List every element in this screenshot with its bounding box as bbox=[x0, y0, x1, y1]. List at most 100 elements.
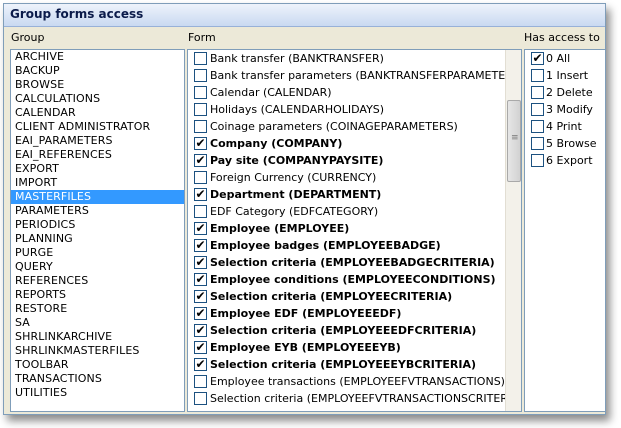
group-list-item[interactable]: EXPORT bbox=[11, 162, 184, 176]
form-item-label: Selection criteria (EMPLOYEEBADGECRITERI… bbox=[210, 256, 495, 269]
form-item-checkbox[interactable]: ✔ bbox=[194, 153, 207, 167]
group-list-item[interactable]: UTILITIES bbox=[11, 386, 184, 400]
group-list-item[interactable]: BROWSE bbox=[11, 78, 184, 92]
group-list-item[interactable]: SA bbox=[11, 316, 184, 330]
form-list[interactable]: Bank transfer (BANKTRANSFER) Bank transfe… bbox=[187, 49, 522, 412]
access-list-item[interactable]: 2 Delete bbox=[525, 84, 605, 101]
form-item-label: Calendar (CALENDAR) bbox=[210, 86, 332, 99]
form-list-item[interactable]: EDF Category (EDFCATEGORY) bbox=[188, 203, 521, 220]
form-item-checkbox[interactable] bbox=[194, 171, 207, 184]
form-list-item[interactable]: ✔ Employee conditions (EMPLOYEECONDITIONS… bbox=[188, 271, 521, 288]
group-list-item[interactable]: MASTERFILES bbox=[11, 190, 184, 204]
group-list[interactable]: ARCHIVE BACKUP BROWSE CALCULATIONS CALENDAR C… bbox=[10, 49, 185, 412]
form-item-checkbox[interactable] bbox=[194, 120, 207, 133]
access-list-item[interactable]: 6 Export bbox=[525, 152, 605, 169]
group-list-item[interactable]: SHRLINKMASTERFILES bbox=[11, 344, 184, 358]
group-list-item[interactable]: ARCHIVE bbox=[11, 50, 184, 64]
form-list-item[interactable]: Bank transfer (BANKTRANSFER) bbox=[188, 50, 521, 67]
form-list-item[interactable]: ✔ Pay site (COMPANYPAYSITE) bbox=[188, 152, 521, 169]
group-list-item[interactable]: PLANNING bbox=[11, 232, 184, 246]
checkmark-icon: ✔ bbox=[195, 340, 206, 354]
access-list-item[interactable]: ✔ 0 All bbox=[525, 50, 605, 67]
form-item-checkbox[interactable] bbox=[194, 52, 207, 65]
group-list-item[interactable]: TOOLBAR bbox=[11, 358, 184, 372]
form-list-item[interactable]: ✔ Company (COMPANY) bbox=[188, 135, 521, 152]
form-item-checkbox[interactable]: ✔ bbox=[194, 221, 207, 235]
form-list-item[interactable]: ✔ Selection criteria (EMPLOYEEBADGECRITER… bbox=[188, 254, 521, 271]
group-list-item[interactable]: EAI_PARAMETERS bbox=[11, 134, 184, 148]
form-item-label: Employee transactions (EMPLOYEEFVTRANSAC… bbox=[210, 375, 505, 388]
form-list-item[interactable]: Holidays (CALENDARHOLIDAYS) bbox=[188, 101, 521, 118]
form-item-label: Employee conditions (EMPLOYEECONDITIONS) bbox=[210, 273, 496, 286]
form-list-scrollbar[interactable]: ≡ bbox=[505, 50, 521, 411]
group-list-item[interactable]: CALENDAR bbox=[11, 106, 184, 120]
group-list-item[interactable]: CLIENT ADMINISTRATOR bbox=[11, 120, 184, 134]
form-item-checkbox[interactable]: ✔ bbox=[194, 238, 207, 252]
form-item-checkbox[interactable] bbox=[194, 205, 207, 218]
access-list-item[interactable]: 1 Insert bbox=[525, 67, 605, 84]
access-item-checkbox[interactable] bbox=[531, 69, 544, 82]
form-list-item[interactable]: Employee transactions (EMPLOYEEFVTRANSAC… bbox=[188, 373, 521, 390]
access-item-checkbox[interactable] bbox=[531, 137, 544, 150]
form-list-item[interactable]: ✔ Selection criteria (EMPLOYEEEDFCRITERIA… bbox=[188, 322, 521, 339]
group-list-item[interactable]: BACKUP bbox=[11, 64, 184, 78]
form-item-checkbox[interactable]: ✔ bbox=[194, 289, 207, 303]
form-list-item[interactable]: Foreign Currency (CURRENCY) bbox=[188, 169, 521, 186]
form-list-item[interactable]: Calendar (CALENDAR) bbox=[188, 84, 521, 101]
form-item-checkbox[interactable]: ✔ bbox=[194, 340, 207, 354]
group-list-item[interactable]: REFERENCES bbox=[11, 274, 184, 288]
access-column-header: Has access to bbox=[524, 31, 600, 44]
form-list-item[interactable]: ✔ Department (DEPARTMENT) bbox=[188, 186, 521, 203]
access-list-item[interactable]: 4 Print bbox=[525, 118, 605, 135]
form-item-checkbox[interactable]: ✔ bbox=[194, 187, 207, 201]
group-list-item[interactable]: RESTORE bbox=[11, 302, 184, 316]
group-list-item[interactable]: PARAMETERS bbox=[11, 204, 184, 218]
form-item-label: Bank transfer parameters (BANKTRANSFERPA… bbox=[210, 69, 522, 82]
form-item-checkbox[interactable]: ✔ bbox=[194, 357, 207, 371]
form-list-item[interactable]: ✔ Employee EDF (EMPLOYEEEDF) bbox=[188, 305, 521, 322]
access-list-item[interactable]: 3 Modify bbox=[525, 101, 605, 118]
form-item-checkbox[interactable] bbox=[194, 375, 207, 388]
checkmark-icon: ✔ bbox=[195, 221, 206, 235]
form-list-item[interactable]: Coinage parameters (COINAGEPARAMETERS) bbox=[188, 118, 521, 135]
group-list-item[interactable]: CALCULATIONS bbox=[11, 92, 184, 106]
checkmark-icon: ✔ bbox=[532, 51, 543, 65]
form-list-item[interactable]: ✔ Selection criteria (EMPLOYEECRITERIA) bbox=[188, 288, 521, 305]
group-list-item[interactable]: PURGE bbox=[11, 246, 184, 260]
access-list[interactable]: ✔ 0 All 1 Insert 2 Delete 3 Modify 4 Print 5 B… bbox=[524, 49, 605, 412]
group-list-item[interactable]: SHRLINKARCHIVE bbox=[11, 330, 184, 344]
form-list-item[interactable]: Bank transfer parameters (BANKTRANSFERPA… bbox=[188, 67, 521, 84]
access-item-checkbox[interactable] bbox=[531, 86, 544, 99]
group-list-item[interactable]: QUERY bbox=[11, 260, 184, 274]
scroll-thumb[interactable]: ≡ bbox=[507, 100, 521, 182]
group-list-item[interactable]: TRANSACTIONS bbox=[11, 372, 184, 386]
access-item-checkbox[interactable] bbox=[531, 154, 544, 167]
access-item-checkbox[interactable] bbox=[531, 120, 544, 133]
form-item-label: Bank transfer (BANKTRANSFER) bbox=[210, 52, 384, 65]
access-item-checkbox[interactable]: ✔ bbox=[531, 51, 544, 65]
form-item-checkbox[interactable] bbox=[194, 69, 207, 82]
group-list-item[interactable]: EAI_REFERENCES bbox=[11, 148, 184, 162]
checkmark-icon: ✔ bbox=[195, 238, 206, 252]
form-item-checkbox[interactable]: ✔ bbox=[194, 306, 207, 320]
form-list-item[interactable]: ✔ Selection criteria (EMPLOYEEEYBCRITERIA… bbox=[188, 356, 521, 373]
form-list-item[interactable]: ✔ Employee EYB (EMPLOYEEEYB) bbox=[188, 339, 521, 356]
access-list-item[interactable]: 5 Browse bbox=[525, 135, 605, 152]
group-list-item[interactable]: REPORTS bbox=[11, 288, 184, 302]
form-item-checkbox[interactable] bbox=[194, 103, 207, 116]
form-item-checkbox[interactable] bbox=[194, 86, 207, 99]
access-item-label: 3 Modify bbox=[546, 103, 593, 116]
form-item-checkbox[interactable]: ✔ bbox=[194, 323, 207, 337]
form-list-item[interactable]: ✔ Employee badges (EMPLOYEEBADGE) bbox=[188, 237, 521, 254]
group-list-item[interactable]: PERIODICS bbox=[11, 218, 184, 232]
form-item-checkbox[interactable]: ✔ bbox=[194, 272, 207, 286]
form-item-checkbox[interactable]: ✔ bbox=[194, 136, 207, 150]
access-item-checkbox[interactable] bbox=[531, 103, 544, 116]
scroll-grip-icon: ≡ bbox=[511, 133, 519, 143]
form-item-label: EDF Category (EDFCATEGORY) bbox=[210, 205, 379, 218]
form-item-checkbox[interactable] bbox=[194, 392, 207, 405]
form-list-item[interactable]: Selection criteria (EMPLOYEEFVTRANSACTIO… bbox=[188, 390, 521, 407]
group-list-item[interactable]: IMPORT bbox=[11, 176, 184, 190]
form-item-checkbox[interactable]: ✔ bbox=[194, 255, 207, 269]
form-list-item[interactable]: ✔ Employee (EMPLOYEE) bbox=[188, 220, 521, 237]
